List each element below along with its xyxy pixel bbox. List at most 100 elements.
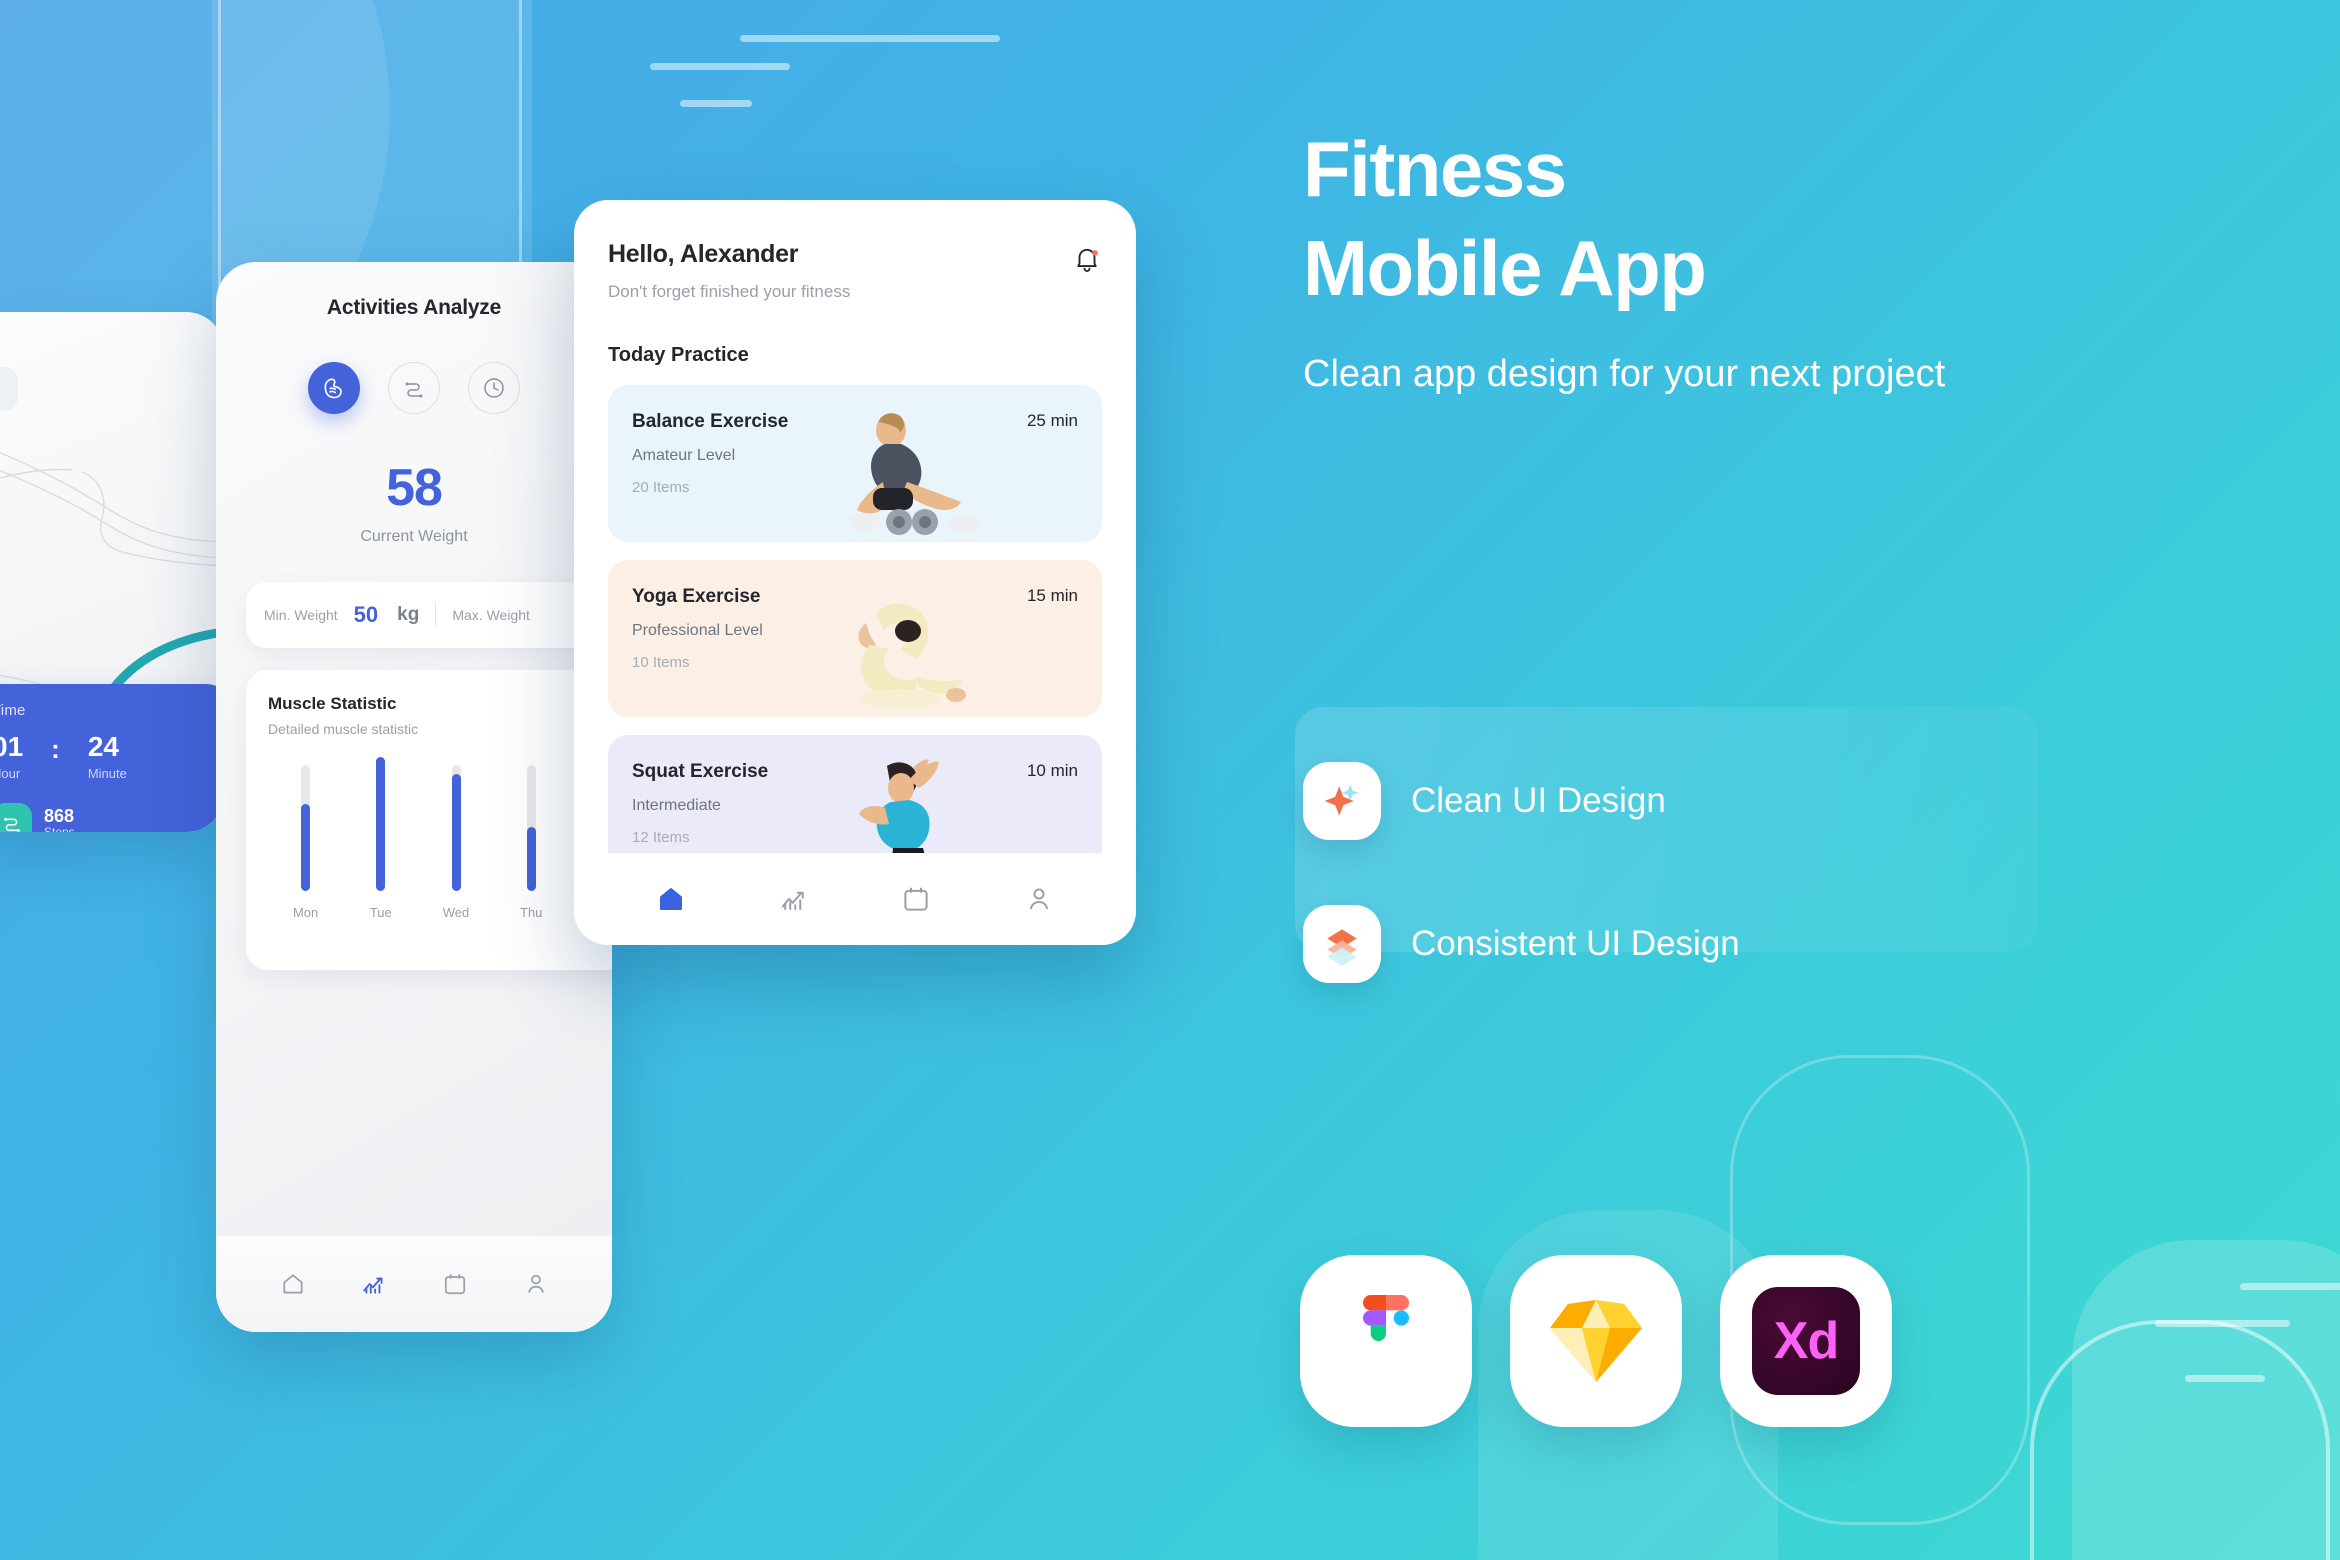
nav-profile-button[interactable] bbox=[978, 884, 1101, 914]
bar-column: Mon bbox=[268, 765, 343, 920]
divider bbox=[435, 602, 437, 628]
nav-home-button[interactable] bbox=[252, 1271, 333, 1297]
notification-button[interactable] bbox=[1072, 246, 1102, 281]
bar-label: Wed bbox=[442, 905, 470, 920]
bar-fill bbox=[451, 773, 461, 891]
mode-selector bbox=[246, 362, 582, 414]
map-phone-mockup: Time 01 Hour : 24 Minute 868 St bbox=[0, 312, 224, 832]
hero-block: Fitness Mobile App Clean app design for … bbox=[1303, 120, 2283, 402]
clock-icon bbox=[484, 378, 504, 398]
sketch-tool-tile[interactable] bbox=[1510, 1255, 1682, 1427]
minutes-value: 24 bbox=[87, 731, 119, 762]
page-title: Activities Analyze bbox=[326, 296, 502, 319]
min-weight-label: Min. Weight bbox=[264, 607, 338, 623]
minutes-block: 24 Minute bbox=[87, 731, 127, 782]
route-icon bbox=[4, 817, 20, 832]
hours-label: Hour bbox=[0, 766, 21, 781]
current-weight-label: Current Weight bbox=[360, 528, 468, 545]
exercise-card[interactable]: Yoga Exercise Professional Level 10 Items 1… bbox=[608, 560, 1102, 717]
nav-home-button[interactable] bbox=[610, 884, 733, 914]
steps-value: 868 bbox=[44, 805, 75, 826]
section-title: Today Practice bbox=[608, 344, 749, 366]
bar-fill bbox=[301, 804, 311, 891]
mode-muscle-button[interactable] bbox=[308, 362, 360, 414]
bar-column: Tue bbox=[343, 757, 418, 920]
steps-label: Steps bbox=[44, 825, 75, 832]
adobe-xd-tool-tile[interactable]: Xd bbox=[1720, 1255, 1892, 1427]
bar-label: Mon bbox=[292, 905, 319, 920]
chart-icon bbox=[781, 891, 804, 910]
home-icon bbox=[660, 888, 683, 910]
greeting-subtitle: Don't forget finished your fitness bbox=[608, 282, 851, 301]
time-card: Time 01 Hour : 24 Minute 868 St bbox=[0, 684, 224, 832]
person-icon bbox=[527, 1274, 544, 1293]
feature-label: Consistent UI Design bbox=[1411, 924, 1740, 963]
steps-block: 868 Steps bbox=[0, 803, 210, 832]
bar-label: Tue bbox=[369, 905, 392, 920]
bar-column: Wed bbox=[418, 765, 493, 920]
nav-stats-button[interactable] bbox=[733, 884, 856, 914]
exercise-duration: 25 min bbox=[1026, 411, 1078, 430]
layers-icon bbox=[1327, 929, 1357, 966]
hero-subtitle: Clean app design for your next project bbox=[1303, 353, 1946, 396]
figma-tool-tile[interactable] bbox=[1300, 1255, 1472, 1427]
nav-calendar-button[interactable] bbox=[414, 1271, 495, 1297]
time-separator: : bbox=[51, 734, 60, 764]
bar-track bbox=[376, 757, 386, 891]
exercise-duration: 15 min bbox=[1026, 586, 1078, 605]
decor-line-2 bbox=[650, 63, 790, 70]
decor-line-4 bbox=[2240, 1283, 2340, 1290]
weight-range-card: Min. Weight 50 kg Max. Weight bbox=[246, 582, 612, 648]
woman-yoga-pose-photo bbox=[794, 579, 994, 717]
route-icon bbox=[405, 382, 423, 398]
figma-logo-icon bbox=[1363, 1295, 1409, 1341]
exercise-card[interactable]: Balance Exercise Amateur Level 20 Items 25 … bbox=[608, 385, 1102, 542]
chart-icon bbox=[362, 1277, 383, 1294]
muscle-statistic-card: Muscle Statistic Detailed muscle statist… bbox=[246, 670, 612, 970]
bar-column: Thu bbox=[494, 765, 569, 920]
person-icon bbox=[1029, 888, 1048, 910]
current-weight-value: 58 bbox=[386, 459, 443, 517]
home-icon bbox=[282, 1274, 303, 1294]
mode-route-button[interactable] bbox=[388, 362, 440, 414]
bar-track bbox=[451, 765, 461, 891]
min-weight-value: 50 bbox=[353, 602, 379, 627]
bar-track bbox=[301, 765, 311, 891]
sketch-logo-icon bbox=[1550, 1300, 1642, 1382]
exercise-duration: 10 min bbox=[1026, 761, 1078, 780]
steps-icon-tile bbox=[0, 803, 32, 832]
feature-icon-tile bbox=[1303, 762, 1381, 840]
bar-fill bbox=[376, 757, 386, 891]
nav-profile-button[interactable] bbox=[495, 1271, 576, 1297]
nav-calendar-button[interactable] bbox=[855, 884, 978, 914]
muscle-card-title: Muscle Statistic bbox=[268, 694, 397, 713]
muscle-card-subtitle: Detailed muscle statistic bbox=[268, 721, 419, 737]
mode-clock-button[interactable] bbox=[468, 362, 520, 414]
feature-icon-tile bbox=[1303, 905, 1381, 983]
decor-line-5 bbox=[2155, 1320, 2290, 1327]
page-title: Fitness Mobile App bbox=[1303, 120, 2283, 318]
greeting-title: Hello, Alexander bbox=[608, 240, 799, 268]
minutes-label: Minute bbox=[87, 766, 127, 781]
hours-block: 01 Hour bbox=[0, 733, 23, 782]
bar-track bbox=[526, 765, 536, 891]
decor-line-6 bbox=[2185, 1375, 2265, 1382]
home-bottom-nav bbox=[574, 853, 1136, 945]
adobe-xd-logo-icon: Xd bbox=[1752, 1287, 1860, 1395]
muscle-icon bbox=[324, 378, 342, 399]
calendar-icon bbox=[904, 887, 928, 911]
sparkle-icon bbox=[1324, 784, 1359, 816]
feature-item-clean-ui: Clean UI Design bbox=[1303, 762, 1666, 840]
muscle-bar-chart: MonTueWedThuFri bbox=[268, 757, 612, 920]
decor-line-3 bbox=[680, 100, 752, 107]
nav-stats-button[interactable] bbox=[333, 1271, 414, 1297]
chevron-left-icon bbox=[0, 379, 6, 399]
time-card-title: Time bbox=[0, 702, 26, 719]
tool-logos: Xd bbox=[1300, 1255, 1892, 1427]
min-weight-unit: kg bbox=[397, 604, 420, 625]
analyze-bottom-nav bbox=[216, 1236, 612, 1332]
calendar-icon bbox=[444, 1274, 465, 1295]
woman-dumbbell-squat-photo bbox=[784, 404, 994, 542]
hero-title-line2: Mobile App bbox=[1303, 224, 1707, 313]
feature-label: Clean UI Design bbox=[1411, 781, 1666, 820]
